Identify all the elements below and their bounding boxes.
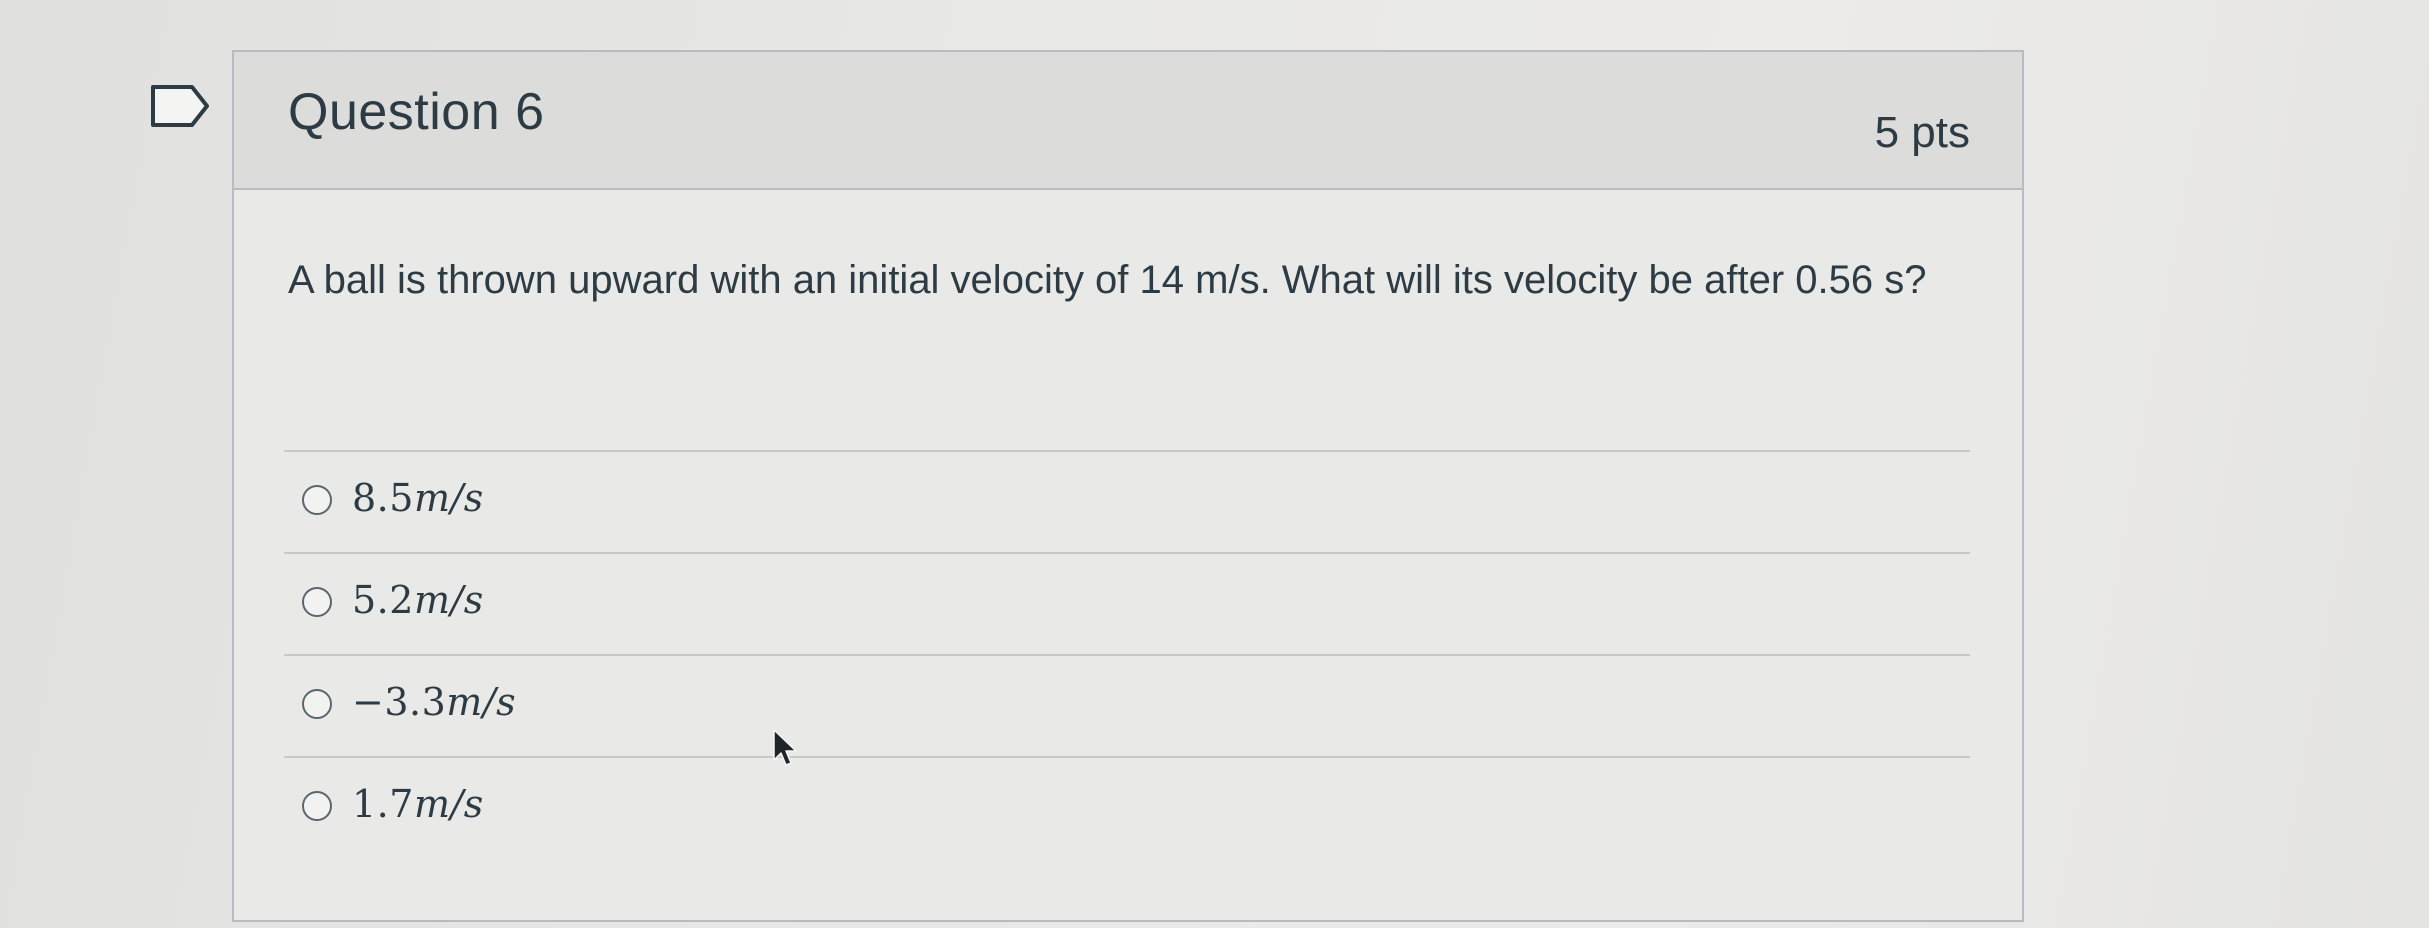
- answer-option-3[interactable]: −3.3m/s: [284, 654, 1970, 756]
- flag-question-icon[interactable]: [150, 84, 210, 128]
- mouse-pointer-icon: [773, 729, 797, 766]
- answer-label-3[interactable]: −3.3m/s: [352, 680, 516, 724]
- question-text: A ball is thrown upward with an initial …: [288, 258, 1927, 302]
- page: Question 6 5 pts A ball is thrown upward…: [0, 0, 2429, 928]
- answer-label-2[interactable]: 5.2m/s: [352, 578, 484, 622]
- answer-label-1[interactable]: 8.5m/s: [352, 476, 484, 520]
- answer-radio-4[interactable]: [302, 791, 332, 821]
- answer-label-4[interactable]: 1.7m/s: [352, 782, 484, 826]
- answer-option-1[interactable]: 8.5m/s: [284, 450, 1970, 552]
- answer-option-4[interactable]: 1.7m/s: [284, 756, 1970, 858]
- question-header: Question 6 5 pts: [234, 52, 2022, 190]
- answer-option-2[interactable]: 5.2m/s: [284, 552, 1970, 654]
- question-title: Question 6: [288, 83, 545, 141]
- answer-list: 8.5m/s 5.2m/s −3.3m/s 1.7m/s: [284, 450, 1970, 858]
- answer-radio-2[interactable]: [302, 587, 332, 617]
- answer-radio-1[interactable]: [302, 485, 332, 515]
- question-points: 5 pts: [1874, 108, 1970, 157]
- answer-radio-3[interactable]: [302, 689, 332, 719]
- question-card: Question 6 5 pts A ball is thrown upward…: [232, 50, 2024, 922]
